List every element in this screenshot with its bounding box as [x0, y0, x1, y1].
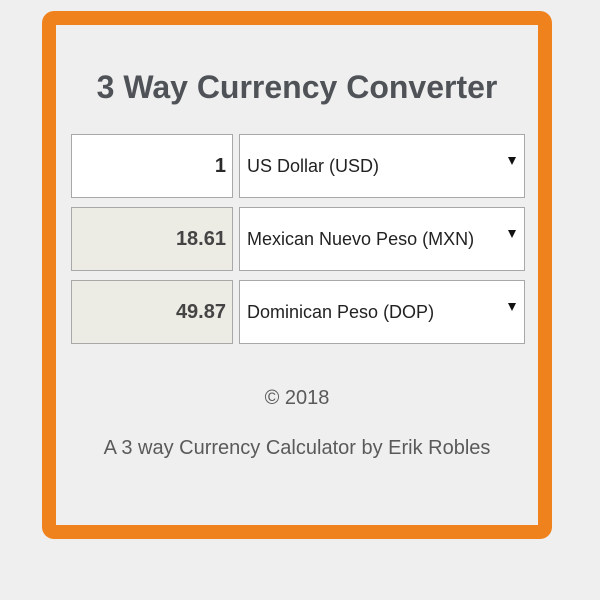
currency-select-dop[interactable]: Dominican Peso (DOP)	[239, 280, 525, 344]
converter-row-2: Mexican Nuevo Peso (MXN)	[71, 207, 525, 271]
currency-select-label: Mexican Nuevo Peso (MXN)	[247, 229, 475, 249]
page-title: 3 Way Currency Converter	[96, 69, 498, 105]
amount-output-dop	[71, 280, 233, 344]
converter-card: 3 Way Currency Converter US Dollar (USD)…	[42, 11, 552, 539]
amount-output-mxn	[71, 207, 233, 271]
byline-text: A 3 way Currency Calculator by Erik Robl…	[103, 437, 491, 459]
currency-select-mxn[interactable]: Mexican Nuevo Peso (MXN)	[239, 207, 525, 271]
converter-row-1: US Dollar (USD)	[71, 134, 525, 198]
currency-select-label: Dominican Peso (DOP)	[247, 302, 435, 322]
currency-select-usd[interactable]: US Dollar (USD)	[239, 134, 525, 198]
currency-select-label: US Dollar (USD)	[247, 156, 380, 176]
amount-input-usd[interactable]	[71, 134, 233, 198]
caret-down-icon	[508, 157, 516, 165]
caret-down-icon	[508, 303, 516, 311]
caret-down-icon	[508, 230, 516, 238]
converter-row-3: Dominican Peso (DOP)	[71, 280, 525, 344]
copyright-text: © 2018	[264, 387, 330, 409]
